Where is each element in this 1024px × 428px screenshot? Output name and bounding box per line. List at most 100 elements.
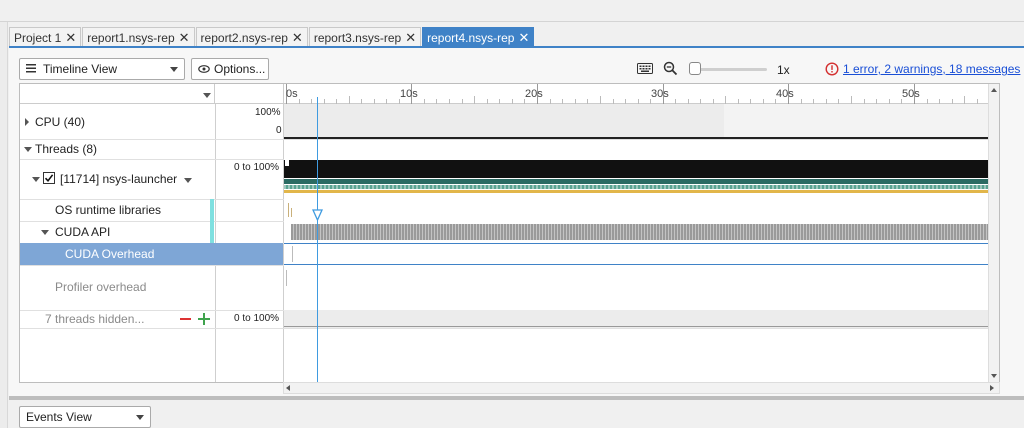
process-event-bar bbox=[284, 190, 989, 193]
process-activity-bar bbox=[284, 179, 989, 184]
profiler-overhead-track[interactable] bbox=[284, 265, 989, 310]
row-color-marker bbox=[210, 199, 214, 221]
ruler-tick-label: 10s bbox=[400, 88, 418, 100]
cuda-overhead-label: CUDA Overhead bbox=[65, 247, 155, 261]
row-color-marker bbox=[210, 221, 214, 243]
cuda-api-label: CUDA API bbox=[55, 225, 111, 239]
checkbox-icon[interactable] bbox=[43, 172, 55, 184]
close-icon[interactable]: ✕ bbox=[405, 31, 416, 44]
cuda-overhead-track[interactable] bbox=[284, 243, 989, 265]
hidden-threads-scale: 0 to 100% bbox=[234, 313, 280, 324]
profiler-overhead-label: Profiler overhead bbox=[55, 280, 147, 294]
close-icon[interactable]: ✕ bbox=[518, 31, 529, 44]
process-track[interactable] bbox=[284, 159, 989, 199]
tab-label: Project 1 bbox=[14, 30, 62, 45]
view-selector-label: Timeline View bbox=[43, 62, 118, 76]
time-cursor[interactable] bbox=[317, 97, 318, 382]
os-runtime-event bbox=[291, 208, 292, 217]
cpu-row[interactable]: CPU (40) 100% 0 bbox=[20, 104, 284, 139]
profiler-overhead-event bbox=[286, 270, 287, 286]
tree-header bbox=[20, 84, 215, 104]
chevron-up-icon[interactable] bbox=[991, 88, 997, 92]
close-icon[interactable]: ✕ bbox=[179, 31, 190, 44]
threads-row-label: Threads (8) bbox=[35, 142, 98, 156]
os-runtime-row[interactable]: OS runtime libraries bbox=[20, 199, 284, 221]
list-icon bbox=[26, 62, 36, 76]
zoom-slider[interactable] bbox=[689, 62, 769, 76]
eye-icon bbox=[198, 62, 210, 76]
view-selector[interactable]: Timeline View bbox=[19, 58, 185, 80]
hidden-threads-row[interactable]: 7 threads hidden... 0 to 100% bbox=[20, 310, 284, 328]
tab-label: report2.nsys-rep bbox=[200, 30, 288, 45]
error-icon bbox=[825, 62, 839, 79]
os-runtime-track[interactable] bbox=[284, 199, 989, 221]
timeline-horizontal-scrollbar[interactable] bbox=[283, 382, 1000, 394]
cuda-overhead-event bbox=[292, 246, 293, 262]
cuda-overhead-row[interactable]: CUDA Overhead bbox=[20, 243, 283, 265]
chevron-down-icon[interactable] bbox=[24, 147, 32, 152]
zoom-slider-track bbox=[691, 68, 767, 71]
minus-icon[interactable] bbox=[180, 318, 191, 320]
zoom-level: 1x bbox=[777, 63, 790, 77]
cpu-scale-top: 100% bbox=[255, 107, 281, 118]
chevron-right-icon[interactable] bbox=[990, 385, 994, 391]
process-scale: 0 to 100% bbox=[234, 162, 280, 173]
timeline-area: 0s 10s 20s 30s 40s 50s CPU (40) 100% 0 T… bbox=[19, 83, 1000, 383]
cpu-scale-bottom: 0 bbox=[276, 125, 282, 136]
os-runtime-label: OS runtime libraries bbox=[55, 203, 162, 217]
ruler-tick-label: 30s bbox=[651, 88, 669, 100]
cuda-api-row[interactable]: CUDA API bbox=[20, 221, 284, 243]
zoom-out-icon[interactable] bbox=[663, 61, 678, 79]
hidden-threads-baseline bbox=[284, 326, 989, 327]
tab-label: report3.nsys-rep bbox=[313, 30, 402, 45]
ruler-tick-label: 40s bbox=[776, 88, 794, 100]
tab-report3[interactable]: report3.nsys-rep ✕ bbox=[308, 27, 422, 47]
events-view-selector[interactable]: Events View bbox=[19, 406, 151, 428]
process-activity-bar-light bbox=[284, 185, 989, 189]
cpu-track-highlight bbox=[724, 104, 989, 137]
window-top-bar bbox=[0, 0, 1024, 22]
diagnostics-link[interactable]: 1 error, 2 warnings, 18 messages bbox=[843, 62, 1020, 76]
profiler-overhead-row[interactable]: Profiler overhead bbox=[20, 265, 284, 310]
cursor-handle-icon[interactable] bbox=[311, 209, 324, 224]
cuda-api-events bbox=[291, 224, 989, 240]
cpu-track[interactable] bbox=[284, 104, 989, 139]
options-button[interactable]: Options... bbox=[191, 58, 269, 80]
left-dock-strip bbox=[0, 22, 8, 428]
tab-report4[interactable]: report4.nsys-rep ✕ bbox=[422, 27, 535, 47]
report-tab-bar: Project 1 ✕ report1.nsys-rep ✕ report2.n… bbox=[9, 27, 535, 47]
chevron-down-icon[interactable] bbox=[184, 178, 192, 183]
zoom-slider-handle[interactable] bbox=[689, 62, 701, 75]
tab-label: report4.nsys-rep bbox=[427, 30, 515, 45]
chevron-left-icon[interactable] bbox=[286, 385, 290, 391]
close-icon[interactable]: ✕ bbox=[292, 31, 303, 44]
cpu-row-label: CPU (40) bbox=[35, 115, 86, 129]
chevron-right-icon[interactable] bbox=[25, 118, 29, 126]
process-row-label: [11714] nsys-launcher bbox=[60, 172, 178, 186]
threads-row[interactable]: Threads (8) bbox=[20, 139, 284, 159]
ruler-tick-label: 0s bbox=[286, 88, 298, 100]
keyboard-icon[interactable] bbox=[637, 63, 653, 77]
hidden-threads-track[interactable] bbox=[284, 310, 989, 328]
chevron-down-icon[interactable] bbox=[41, 230, 49, 235]
ruler-tick-label: 50s bbox=[902, 88, 920, 100]
close-icon[interactable]: ✕ bbox=[65, 31, 76, 44]
cuda-api-track[interactable] bbox=[284, 221, 989, 243]
tab-report2[interactable]: report2.nsys-rep ✕ bbox=[195, 27, 308, 47]
ruler-ticks bbox=[286, 84, 978, 104]
timeline-vertical-scrollbar[interactable] bbox=[988, 84, 999, 382]
chevron-down-icon[interactable] bbox=[32, 177, 40, 182]
tab-label: report1.nsys-rep bbox=[87, 30, 175, 45]
tab-report1[interactable]: report1.nsys-rep ✕ bbox=[82, 27, 195, 47]
row-divider bbox=[20, 328, 989, 329]
chevron-down-icon[interactable] bbox=[203, 93, 211, 98]
panel-splitter[interactable] bbox=[9, 396, 1024, 400]
time-ruler[interactable]: 0s 10s 20s 30s 40s 50s bbox=[284, 84, 989, 104]
chevron-down-icon[interactable] bbox=[991, 374, 997, 378]
process-row[interactable]: [11714] nsys-launcher 0 to 100% bbox=[20, 159, 284, 199]
plus-icon[interactable] bbox=[198, 313, 210, 325]
options-label: Options... bbox=[214, 62, 266, 76]
events-view-label: Events View bbox=[26, 410, 92, 424]
tab-project-1[interactable]: Project 1 ✕ bbox=[9, 27, 82, 47]
chevron-down-icon bbox=[170, 67, 178, 72]
